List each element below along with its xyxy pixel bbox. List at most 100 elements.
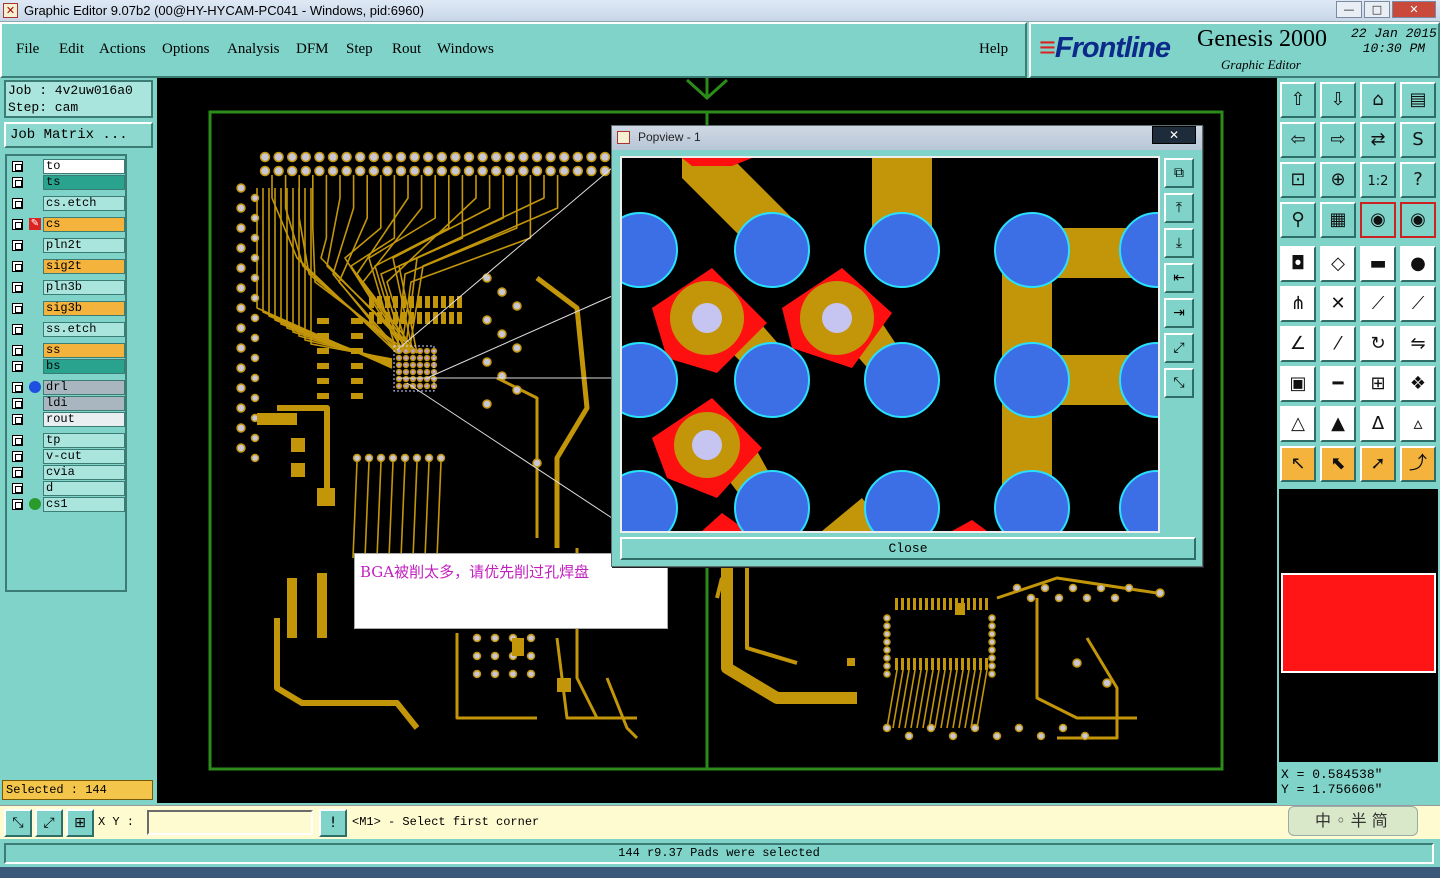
- layer-row-bs[interactable]: bs: [9, 359, 125, 374]
- pointer-path-tool-button[interactable]: ⤴: [1400, 446, 1436, 482]
- menu-file[interactable]: File: [16, 41, 39, 58]
- menu-step[interactable]: Step: [346, 41, 373, 58]
- snap-tool-button[interactable]: ⤢: [35, 809, 63, 837]
- ime-toolbar[interactable]: 中 ◦ 半 简: [1288, 806, 1418, 836]
- popview-tool-view-fit-icon[interactable]: ⧉: [1164, 158, 1194, 188]
- layer-checkbox[interactable]: [12, 161, 23, 172]
- pad-red2-tool-button[interactable]: ◉: [1400, 202, 1436, 238]
- house-tool-button[interactable]: ⌂: [1360, 82, 1396, 118]
- minimize-button[interactable]: —: [1336, 1, 1362, 18]
- layer-row-to[interactable]: to: [9, 159, 125, 174]
- layer-checkbox[interactable]: [12, 324, 23, 335]
- popview-tool-zoom-home-icon[interactable]: ⤒: [1164, 193, 1194, 223]
- popview-tool-pan-left-icon[interactable]: ⇤: [1164, 263, 1194, 293]
- pointer-circle-tool-button[interactable]: ➚: [1360, 446, 1396, 482]
- layer-checkbox[interactable]: [12, 398, 23, 409]
- cross-tool-button[interactable]: ✕: [1320, 286, 1356, 322]
- line-add-tool-button[interactable]: ⟋: [1360, 286, 1396, 322]
- s-tool-button[interactable]: S: [1400, 122, 1436, 158]
- popview-tool-zoom-in-icon[interactable]: ⤡: [1164, 368, 1194, 398]
- line-cut-tool-button[interactable]: ⟋: [1400, 286, 1436, 322]
- slash-tool-button[interactable]: ⁄: [1320, 326, 1356, 362]
- pointer-tool-button[interactable]: ↖: [1280, 446, 1316, 482]
- move-left-tool-button[interactable]: ⇦: [1280, 122, 1316, 158]
- layer-row-sig2t[interactable]: sig2t: [9, 259, 125, 274]
- popview-tool-pan-right-icon[interactable]: ⇥: [1164, 298, 1194, 328]
- fit-tool-button[interactable]: ⊡: [1280, 162, 1316, 198]
- job-matrix-button[interactable]: Job Matrix ...: [4, 122, 153, 148]
- layer-checkbox[interactable]: [12, 483, 23, 494]
- help-tool-button[interactable]: ?: [1400, 162, 1436, 198]
- layer-row-ts[interactable]: ts: [9, 175, 125, 190]
- xy-input[interactable]: [147, 810, 313, 835]
- close-window-button[interactable]: ✕: [1392, 1, 1436, 18]
- scale-tool-button[interactable]: 1:2: [1360, 162, 1396, 198]
- triangle-tool-button[interactable]: △: [1280, 406, 1316, 442]
- menu-analysis[interactable]: Analysis: [227, 41, 280, 58]
- layer-row-cs1[interactable]: cs1: [9, 497, 125, 512]
- layer-checkbox[interactable]: [12, 282, 23, 293]
- layer-row-rout[interactable]: rout: [9, 412, 125, 427]
- menu-edit[interactable]: Edit: [59, 41, 84, 58]
- popview-tool-zoom-down-icon[interactable]: ⤓: [1164, 228, 1194, 258]
- dot-tool-button[interactable]: ●: [1400, 246, 1436, 282]
- layer-checkbox[interactable]: [12, 435, 23, 446]
- layer-checkbox[interactable]: [12, 240, 23, 251]
- board-tool-button[interactable]: ◘: [1280, 246, 1316, 282]
- menu-options[interactable]: Options: [162, 41, 210, 58]
- layer-row-pln3b[interactable]: pln3b: [9, 280, 125, 295]
- layer-checkbox[interactable]: [12, 198, 23, 209]
- popview-canvas[interactable]: [620, 156, 1160, 533]
- measure-tool-button[interactable]: ⚲: [1280, 202, 1316, 238]
- pointer-box-tool-button[interactable]: ⬉: [1320, 446, 1356, 482]
- ruler-tool-button[interactable]: ▬: [1360, 246, 1396, 282]
- layer-checkbox[interactable]: [12, 414, 23, 425]
- menu-windows[interactable]: Windows: [437, 41, 494, 58]
- grid-tool-button[interactable]: ⊞: [66, 809, 94, 837]
- layer-checkbox[interactable]: [12, 219, 23, 230]
- layer-row-d[interactable]: d: [9, 481, 125, 496]
- layer-row-ss-etch[interactable]: ss.etch: [9, 322, 125, 337]
- move-right-tool-button[interactable]: ⇨: [1320, 122, 1356, 158]
- rotate-tool-button[interactable]: ↻: [1360, 326, 1396, 362]
- pad-red-tool-button[interactable]: ◉: [1360, 202, 1396, 238]
- flip-tool-button[interactable]: ⇄: [1360, 122, 1396, 158]
- triangle4-tool-button[interactable]: ▵: [1400, 406, 1436, 442]
- center-tool-button[interactable]: ⊕: [1320, 162, 1356, 198]
- layer-checkbox[interactable]: [12, 303, 23, 314]
- layer-row-tp[interactable]: tp: [9, 433, 125, 448]
- layer-checkbox[interactable]: [12, 499, 23, 510]
- layer-row-ldi[interactable]: ldi: [9, 396, 125, 411]
- popview-close-button[interactable]: Close: [620, 537, 1196, 560]
- home-down-tool-button[interactable]: ⇩: [1320, 82, 1356, 118]
- menu-dfm[interactable]: DFM: [296, 41, 329, 58]
- layer-checkbox[interactable]: [12, 467, 23, 478]
- triangle3-tool-button[interactable]: Δ: [1360, 406, 1396, 442]
- grid-tool-button[interactable]: ▦: [1320, 202, 1356, 238]
- layer-checkbox[interactable]: [12, 345, 23, 356]
- maximize-button[interactable]: □: [1364, 1, 1390, 18]
- group-tool-button[interactable]: ❖: [1400, 366, 1436, 402]
- popview-close-x[interactable]: ✕: [1152, 126, 1196, 144]
- shape-tool-button[interactable]: ◇: [1320, 246, 1356, 282]
- angle-tool-button[interactable]: ∠: [1280, 326, 1316, 362]
- layer-row-cs-etch[interactable]: cs.etch: [9, 196, 125, 211]
- zoom-tool-button[interactable]: ⤡: [4, 809, 32, 837]
- popview-tool-zoom-out-icon[interactable]: ⤢: [1164, 333, 1194, 363]
- window-tool-button[interactable]: ▤: [1400, 82, 1436, 118]
- layer-row-cs[interactable]: ✎ cs: [9, 217, 125, 232]
- layer-row-ss[interactable]: ss: [9, 343, 125, 358]
- layer-row-pln2t[interactable]: pln2t: [9, 238, 125, 253]
- layer-checkbox[interactable]: [12, 382, 23, 393]
- layer-row-drl[interactable]: drl: [9, 380, 125, 395]
- layer-checkbox[interactable]: [12, 451, 23, 462]
- layer-checkbox[interactable]: [12, 177, 23, 188]
- layer-row-cvia[interactable]: cvia: [9, 465, 125, 480]
- home-up-tool-button[interactable]: ⇧: [1280, 82, 1316, 118]
- box-select-tool-button[interactable]: ▣: [1280, 366, 1316, 402]
- triangle2-tool-button[interactable]: ▲: [1320, 406, 1356, 442]
- layer-row-v-cut[interactable]: v-cut: [9, 449, 125, 464]
- layer-checkbox[interactable]: [12, 261, 23, 272]
- layer-row-sig3b[interactable]: sig3b: [9, 301, 125, 316]
- alert-button[interactable]: !: [319, 809, 347, 837]
